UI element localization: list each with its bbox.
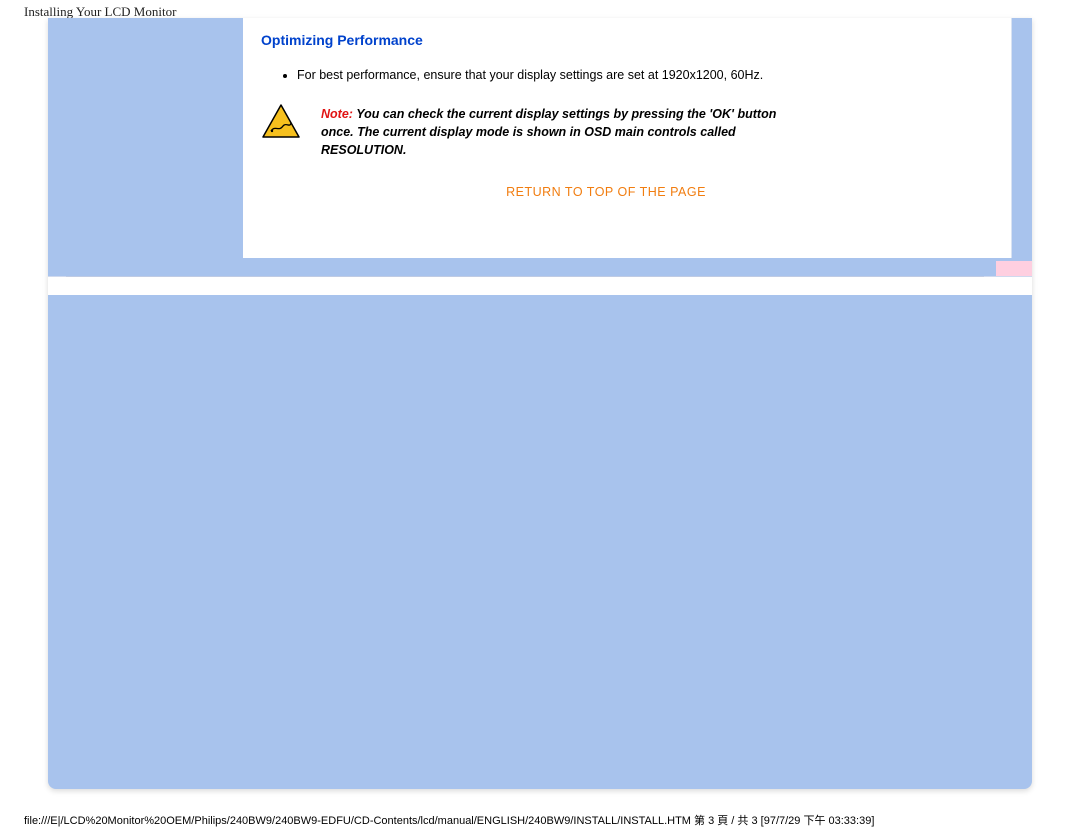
return-to-top-link[interactable]: RETURN TO TOP OF THE PAGE: [261, 185, 981, 199]
panel-divider: [66, 276, 984, 277]
instruction-item: For best performance, ensure that your d…: [297, 66, 981, 85]
warning-icon: [261, 103, 301, 142]
note-text: Note: You can check the current display …: [321, 105, 801, 159]
content-panel: Optimizing Performance For best performa…: [243, 18, 1012, 258]
section-title: Optimizing Performance: [261, 32, 981, 48]
note-body: You can check the current display settin…: [321, 107, 776, 157]
panel-bottom-strip: [48, 276, 1032, 295]
page-background: Optimizing Performance For best performa…: [48, 18, 1032, 789]
note-row: Note: You can check the current display …: [261, 103, 981, 159]
note-label: Note:: [321, 107, 353, 121]
footer-path: file:///E|/LCD%20Monitor%20OEM/Philips/2…: [24, 812, 1056, 828]
instruction-list: For best performance, ensure that your d…: [261, 66, 981, 85]
right-tab-accent: [996, 261, 1032, 277]
